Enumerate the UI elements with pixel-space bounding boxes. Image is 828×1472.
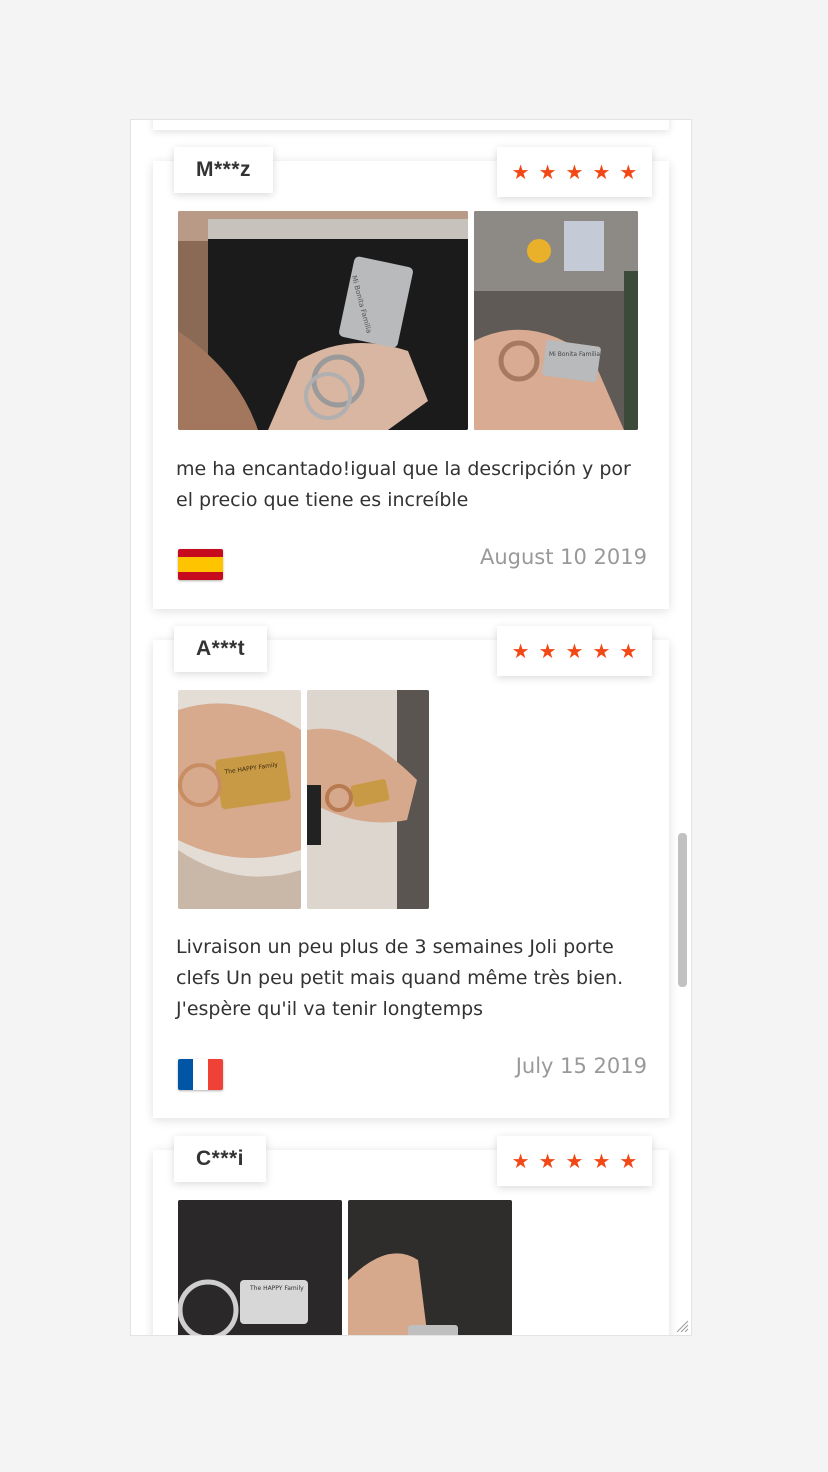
star-icon: ★: [592, 639, 611, 663]
star-icon: ★: [619, 160, 638, 184]
star-icon: ★: [538, 639, 557, 663]
star-icon: ★: [511, 639, 530, 663]
review-photo[interactable]: Mi Bonita Familia: [178, 211, 468, 430]
star-icon: ★: [619, 1149, 638, 1173]
review-date: July 15 2019: [515, 1054, 647, 1078]
star-rating: ★ ★ ★ ★ ★: [497, 626, 652, 676]
review-photos: Mi Bonita Familia Mi Bonita Familia: [178, 211, 638, 430]
star-icon: ★: [538, 160, 557, 184]
review-date: August 10 2019: [479, 545, 647, 569]
review-photo[interactable]: [348, 1200, 512, 1335]
review-photo[interactable]: The HAPPY Family: [178, 690, 301, 909]
photo-label: Mi Bonita Familia: [549, 351, 600, 358]
review-photo[interactable]: Mi Bonita Familia: [474, 211, 638, 430]
review-card: A***t ★ ★ ★ ★ ★ The HAPPY Family Livrais…: [153, 626, 669, 1118]
resize-handle-icon[interactable]: [673, 1317, 689, 1333]
reviewer-name: A***t: [174, 626, 268, 672]
review-photos: The HAPPY Family: [178, 1200, 512, 1335]
star-icon: ★: [619, 639, 638, 663]
reviews-scroll-container[interactable]: M***z ★ ★ ★ ★ ★ Mi Bonita Familia Mi Bon…: [130, 119, 692, 1336]
star-icon: ★: [511, 160, 530, 184]
star-icon: ★: [592, 160, 611, 184]
france-flag-icon: [178, 1059, 223, 1090]
star-rating: ★ ★ ★ ★ ★: [497, 147, 652, 197]
spain-flag-icon: [178, 549, 223, 580]
reviewer-name: C***i: [174, 1136, 267, 1182]
review-text: Livraison un peu plus de 3 semaines Joli…: [176, 936, 624, 1020]
review-text: me ha encantado!igual que la descripción…: [176, 458, 631, 511]
review-card: C***i ★ ★ ★ ★ ★ The HAPPY Family: [153, 1136, 669, 1335]
star-icon: ★: [592, 1149, 611, 1173]
review-photos: The HAPPY Family: [178, 690, 429, 909]
previous-review-card: [153, 120, 669, 130]
review-photo[interactable]: [307, 690, 429, 909]
reviewer-name: M***z: [174, 147, 274, 193]
star-icon: ★: [565, 160, 584, 184]
star-icon: ★: [565, 639, 584, 663]
photo-label: The HAPPY Family: [249, 1285, 304, 1292]
star-rating: ★ ★ ★ ★ ★: [497, 1136, 652, 1186]
star-icon: ★: [538, 1149, 557, 1173]
star-icon: ★: [511, 1149, 530, 1173]
scrollbar-thumb[interactable]: [678, 833, 687, 987]
review-card: M***z ★ ★ ★ ★ ★ Mi Bonita Familia Mi Bon…: [153, 147, 669, 609]
review-photo[interactable]: The HAPPY Family: [178, 1200, 342, 1335]
star-icon: ★: [565, 1149, 584, 1173]
